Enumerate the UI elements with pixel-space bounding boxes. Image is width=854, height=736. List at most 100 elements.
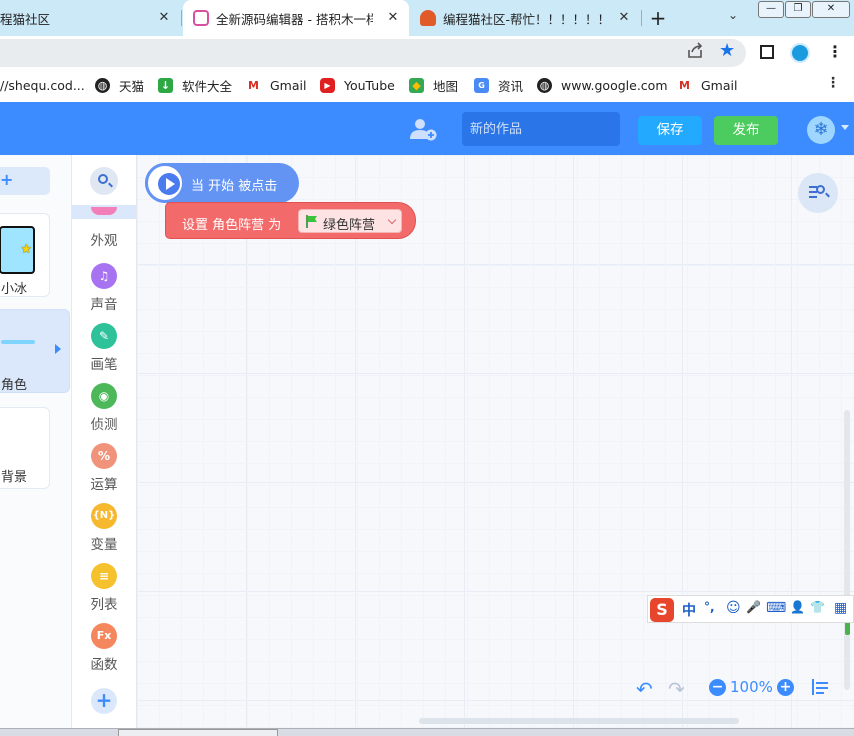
address-bar[interactable]: [0, 39, 746, 67]
os-taskbar: [0, 728, 854, 736]
work-title-input[interactable]: [462, 112, 620, 146]
restore-button[interactable]: ❐: [785, 1, 811, 18]
ime-toolbar: S 中 °, ☺ 🎤 ⌨ 👤 👕 ▦: [647, 595, 854, 623]
block-text: 设置 角色阵营 为: [182, 218, 282, 233]
bookmark-item[interactable]: ◍ www.google.com: [537, 77, 668, 93]
bookmark-label: 资讯: [498, 78, 524, 94]
horizontal-scrollbar[interactable]: [419, 718, 739, 724]
bookmark-item[interactable]: //shequ.cod...: [0, 77, 85, 93]
search-blocks-button[interactable]: [90, 167, 118, 195]
code-workspace[interactable]: 当 开始 被点击 设置 角色阵营 为 绿色阵营 S 中 °, ☺ 🎤 ⌨ 👤 👕…: [137, 155, 854, 728]
taskbar-item[interactable]: [118, 729, 278, 736]
user-avatar[interactable]: ❄: [807, 116, 835, 144]
zoom-out-button[interactable]: −: [709, 679, 726, 696]
star-icon: ★: [20, 242, 32, 257]
globe-icon: ◍: [537, 77, 552, 93]
sogou-ime-icon[interactable]: S: [650, 598, 674, 622]
category-looks[interactable]: 外观: [72, 203, 136, 251]
close-icon[interactable]: ✕: [156, 10, 172, 26]
emoji-icon[interactable]: ☺: [726, 600, 741, 616]
tab-separator: [181, 10, 182, 26]
browser-tab[interactable]: 编程猫社区-帮忙！！！！！！ ✕: [412, 0, 640, 36]
category-label: 列表: [90, 597, 118, 613]
sensing-icon: ◉: [91, 383, 117, 409]
vertical-scrollbar[interactable]: [844, 410, 850, 690]
tab-title: 全新源码编辑器 - 搭积木一样有趣: [216, 11, 373, 27]
grid-icon[interactable]: ▦: [834, 600, 847, 616]
workspace-grid: [137, 155, 854, 728]
category-sensing[interactable]: ◉ 侦测: [72, 383, 136, 433]
gmail-icon: M: [248, 78, 259, 92]
bookmark-label: //shequ.cod...: [0, 77, 85, 93]
add-extension-button[interactable]: +: [91, 688, 117, 714]
bookmark-item[interactable]: ▶ YouTube: [320, 77, 395, 93]
dropdown-value: 绿色阵营: [323, 218, 376, 233]
codemao-icon: [420, 10, 436, 26]
category-lists[interactable]: ≡ 列表: [72, 563, 136, 613]
close-icon[interactable]: ✕: [616, 10, 632, 26]
sprite-card-active[interactable]: 角色: [0, 309, 70, 393]
camp-dropdown[interactable]: 绿色阵营: [298, 209, 402, 233]
when-start-clicked-block[interactable]: 当 开始 被点击: [145, 163, 299, 203]
operators-icon: %: [91, 443, 117, 469]
sprite-card[interactable]: ★ 小冰: [0, 213, 50, 297]
extension-icon[interactable]: [790, 43, 810, 63]
bookmark-item[interactable]: M Gmail: [677, 77, 737, 93]
minimize-button[interactable]: —: [758, 1, 784, 18]
side-panel-icon[interactable]: [760, 45, 774, 59]
category-functions[interactable]: Fx 函数: [72, 623, 136, 673]
tab-separator: [641, 10, 642, 26]
youtube-icon: ▶: [320, 77, 335, 93]
microphone-icon[interactable]: 🎤: [746, 600, 761, 614]
bookmark-item[interactable]: ↓ 软件大全: [158, 77, 233, 94]
arrange-blocks-icon[interactable]: [812, 679, 828, 695]
stage-card[interactable]: 背景: [0, 407, 50, 489]
bookmark-item[interactable]: ◆ 地图: [409, 77, 458, 94]
browser-menu-icon[interactable]: ⋮: [827, 43, 843, 61]
save-button[interactable]: 保存: [638, 116, 702, 145]
bookmark-label: www.google.com: [561, 77, 668, 93]
category-variables[interactable]: {N} 变量: [72, 503, 136, 553]
bookmark-label: 软件大全: [182, 78, 233, 94]
code-search-button[interactable]: [798, 173, 838, 213]
set-sprite-camp-block[interactable]: 设置 角色阵营 为 绿色阵营: [165, 202, 416, 239]
category-sound[interactable]: ♫ 声音: [72, 263, 136, 313]
share-icon[interactable]: [686, 42, 704, 60]
bookmarks-overflow-icon[interactable]: ⋮: [826, 75, 840, 91]
ime-chinese-toggle[interactable]: 中: [682, 600, 696, 620]
skin-icon[interactable]: 👕: [810, 600, 825, 614]
sprite-list-panel: + ★ 小冰 角色 背景: [0, 155, 72, 736]
looks-icon: [91, 207, 117, 215]
user-icon[interactable]: 👤: [790, 600, 805, 614]
block-text: 当 开始 被点击: [191, 179, 278, 194]
chevron-right-icon[interactable]: [55, 344, 61, 354]
add-collaborator-icon[interactable]: [409, 117, 437, 141]
add-sprite-button[interactable]: +: [0, 167, 50, 195]
keyboard-icon[interactable]: ⌨: [766, 600, 786, 616]
browser-tab-active[interactable]: 全新源码编辑器 - 搭积木一样有趣 ✕: [183, 0, 409, 36]
bookmark-item[interactable]: G 资讯: [474, 77, 524, 94]
publish-button[interactable]: 发布: [714, 116, 778, 145]
bookmark-star-icon[interactable]: ★: [719, 40, 735, 61]
sprite-thumbnail: [1, 340, 35, 344]
function-icon: Fx: [91, 623, 117, 649]
redo-icon[interactable]: ↷: [668, 677, 685, 701]
new-tab-button[interactable]: +: [648, 6, 668, 30]
tab-title: 编程猫社区-帮忙！！！！！！: [443, 11, 602, 27]
zoom-in-button[interactable]: +: [777, 679, 794, 696]
close-icon[interactable]: ✕: [385, 10, 401, 26]
category-pen[interactable]: ✎ 画笔: [72, 323, 136, 373]
bookmark-item[interactable]: M Gmail: [246, 77, 306, 93]
tab-search-icon[interactable]: ⌄: [728, 8, 738, 22]
bookmark-item[interactable]: ◍ 天猫: [95, 77, 144, 94]
chevron-down-icon: [387, 215, 397, 225]
bookmarks-bar: //shequ.cod... ◍ 天猫 ↓ 软件大全 M Gmail ▶ You…: [0, 70, 854, 100]
zoom-level: 100%: [730, 678, 773, 696]
browser-tab[interactable]: 程猫社区 ✕: [0, 0, 180, 36]
gmail-icon: M: [679, 78, 690, 92]
window-close-button[interactable]: ✕: [812, 1, 850, 18]
ime-punctuation-icon[interactable]: °,: [704, 600, 715, 614]
undo-icon[interactable]: ↶: [636, 677, 653, 701]
chevron-down-icon[interactable]: [841, 125, 849, 130]
category-operators[interactable]: % 运算: [72, 443, 136, 493]
